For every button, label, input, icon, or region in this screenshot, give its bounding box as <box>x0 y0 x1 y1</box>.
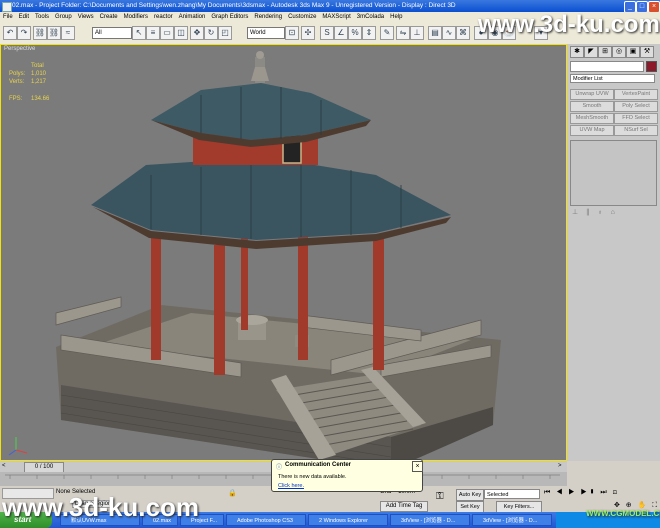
modifier-list-dropdown[interactable]: Modifier List <box>570 74 655 83</box>
app-icon <box>2 2 12 12</box>
poly-select-button[interactable]: Poly Select <box>614 101 658 112</box>
popup-title: Communication Center <box>285 462 352 468</box>
menu-modifiers[interactable]: Modifiers <box>121 12 151 22</box>
spinner-snap-icon[interactable]: ⇕ <box>362 26 376 40</box>
pivot-center-icon[interactable]: ⊡ <box>285 26 299 40</box>
window-crossing-icon[interactable]: ◫ <box>174 26 188 40</box>
modifier-stack[interactable] <box>570 140 657 206</box>
lock-selection-icon[interactable]: 🔒 <box>228 489 237 497</box>
curve-editor-icon[interactable]: ∿ <box>442 26 456 40</box>
menu-group[interactable]: Group <box>52 12 75 22</box>
popup-message: There is new data available. <box>278 474 347 480</box>
mirror-icon[interactable]: ⇋ <box>396 26 410 40</box>
info-icon: ⓘ <box>276 465 283 471</box>
menu-animation[interactable]: Animation <box>176 12 209 22</box>
key-selection-dropdown[interactable]: Selected <box>484 489 540 499</box>
perspective-viewport[interactable]: Perspective Total Polys: 1,010 Verts: 1,… <box>0 44 567 461</box>
motion-tab-icon[interactable]: ◎ <box>612 46 626 58</box>
pavilion-model <box>8 51 501 460</box>
menu-maxscript[interactable]: MAXScript <box>319 12 353 22</box>
watermark-top: www.3d-ku.com <box>478 11 660 38</box>
select-link-icon[interactable]: ⛓ <box>33 26 47 40</box>
select-by-name-icon[interactable]: ≡ <box>146 26 160 40</box>
menu-views[interactable]: Views <box>75 12 97 22</box>
close-icon[interactable]: × <box>412 461 423 472</box>
communication-center-popup: ⓘ Communication Center × There is new da… <box>271 459 423 492</box>
select-rotate-icon[interactable]: ↻ <box>204 26 218 40</box>
object-color-swatch[interactable] <box>646 61 657 72</box>
menu-3mcolada[interactable]: 3mColada <box>354 12 387 22</box>
stack-tools-icons[interactable]: ⊥ ∥ ♁ ⌂ <box>572 208 652 218</box>
popup-link[interactable]: Click here. <box>278 483 304 489</box>
parameters-rollout <box>570 224 655 454</box>
select-scale-icon[interactable]: ◰ <box>218 26 232 40</box>
display-tab-icon[interactable]: ▣ <box>626 46 640 58</box>
command-panel: ✱ ◤ ⊞ ◎ ▣ ⚒ Modifier List Unwrap UVW Ver… <box>567 44 660 461</box>
menu-customize[interactable]: Customize <box>285 12 319 22</box>
nsurf-sel-button[interactable]: NSurf Sel <box>614 125 658 136</box>
reference-coord-dropdown[interactable]: World <box>247 27 285 39</box>
menu-reactor[interactable]: reactor <box>151 12 176 22</box>
redo-icon[interactable]: ↷ <box>17 26 31 40</box>
hierarchy-tab-icon[interactable]: ⊞ <box>598 46 612 58</box>
menu-graph-editors[interactable]: Graph Editors <box>208 12 251 22</box>
bind-space-warp-icon[interactable]: ≈ <box>61 26 75 40</box>
menu-tools[interactable]: Tools <box>32 12 52 22</box>
taskbar-item[interactable]: 2 Windows Explorer <box>308 514 388 526</box>
smooth-button[interactable]: Smooth <box>570 101 614 112</box>
taskbar-item[interactable]: 3dView - [浏览器 - D... <box>472 514 552 526</box>
selection-filter-dropdown[interactable]: All <box>92 27 132 39</box>
menu-create[interactable]: Create <box>97 12 121 22</box>
window-title: 02.max - Project Folder: C:\Documents an… <box>12 2 456 9</box>
watermark-cgmodel: WWW.CGMODEL.CN <box>586 509 660 518</box>
select-object-icon[interactable]: ↖ <box>132 26 146 40</box>
unwrap-uvw-button[interactable]: Unwrap UVW <box>570 89 614 100</box>
ffd-select-button[interactable]: FFD Select <box>614 113 658 124</box>
unlink-icon[interactable]: ⛓ <box>47 26 61 40</box>
schematic-view-icon[interactable]: ⌘ <box>456 26 470 40</box>
add-time-tag-button[interactable]: Add Time Tag <box>380 501 428 512</box>
taskbar-item[interactable]: 3dView - [浏览器 - D... <box>390 514 470 526</box>
region-select-icon[interactable]: ▭ <box>160 26 174 40</box>
watermark-bottom: www.3d-ku.com <box>2 492 199 522</box>
named-selection-icon[interactable]: ✎ <box>380 26 394 40</box>
next-frame-icon[interactable]: > <box>558 463 562 469</box>
menu-rendering[interactable]: Rendering <box>251 12 285 22</box>
align-icon[interactable]: ⊥ <box>410 26 424 40</box>
menu-file[interactable]: File <box>0 12 16 22</box>
snaps-toggle-icon[interactable]: S <box>320 26 334 40</box>
taskbar-item[interactable]: Adobe Photoshop CS3 <box>226 514 306 526</box>
vertexpaint-button[interactable]: VertexPaint <box>614 89 658 100</box>
key-mode-icon[interactable]: ⚿ <box>436 491 444 502</box>
auto-key-button[interactable]: Auto Key <box>456 489 484 501</box>
create-tab-icon[interactable]: ✱ <box>570 46 584 58</box>
object-name-field[interactable] <box>570 61 644 72</box>
layer-manager-icon[interactable]: ▤ <box>428 26 442 40</box>
manipulate-icon[interactable]: ✣ <box>301 26 315 40</box>
angle-snap-icon[interactable]: ∠ <box>334 26 348 40</box>
meshsmooth-button[interactable]: MeshSmooth <box>570 113 614 124</box>
select-move-icon[interactable]: ✥ <box>190 26 204 40</box>
utilities-tab-icon[interactable]: ⚒ <box>640 46 654 58</box>
playback-controls[interactable]: ⏮ ◀ ▶ ▶▮ ⏭ ⊡ <box>544 489 654 499</box>
modify-tab-icon[interactable]: ◤ <box>584 46 598 58</box>
percent-snap-icon[interactable]: % <box>348 26 362 40</box>
menu-edit[interactable]: Edit <box>16 12 32 22</box>
prev-frame-icon[interactable]: < <box>2 463 6 469</box>
uvw-map-button[interactable]: UVW Map <box>570 125 614 136</box>
menu-help[interactable]: Help <box>387 12 405 22</box>
undo-icon[interactable]: ↶ <box>3 26 17 40</box>
